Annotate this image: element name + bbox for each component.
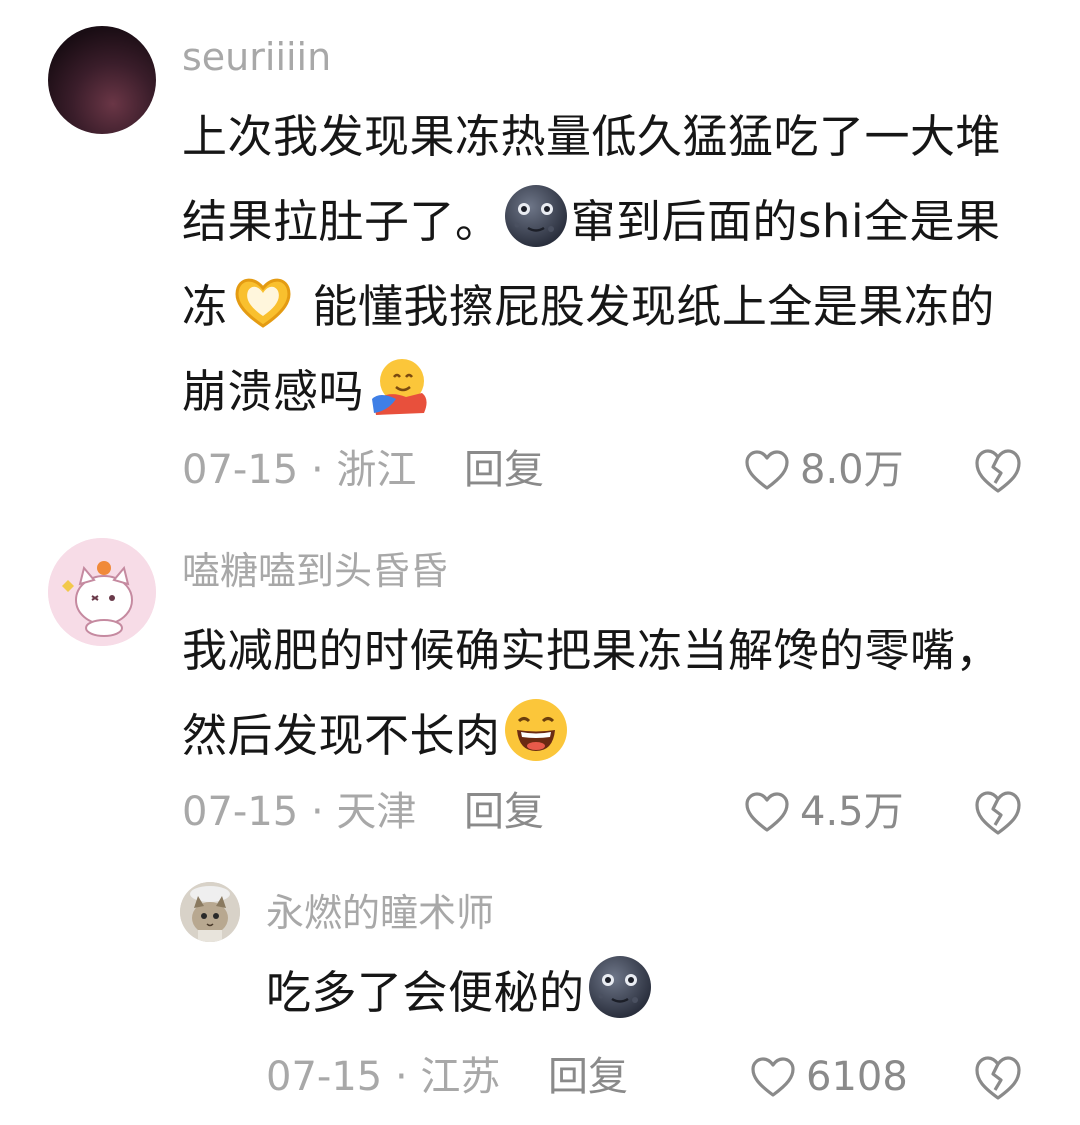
date-location: 07-15 · 浙江 (182, 447, 417, 493)
comment-item: 嗑糖嗑到头昏昏 我减肥的时候确实把果冻当解馋的零嘴，然后发现不长肉 07-15 … (0, 520, 1080, 860)
heart-icon (745, 450, 789, 490)
hugging-face-icon (372, 359, 427, 415)
comment-text-part: 吃多了会便秘的 (266, 966, 585, 1019)
reply-item: 永燃的瞳术师 吃多了会便秘的 07-15 · 江苏 回复 6108 (0, 860, 1080, 1125)
broken-heart-icon[interactable] (974, 790, 1022, 836)
comment-text-part: 我减肥的时候确实把果冻当解馋的零嘴，然后发现不长肉 (182, 624, 1002, 762)
comment-meta: 07-15 · 天津 回复 4.5万 (182, 782, 1042, 842)
avatar[interactable] (48, 26, 156, 134)
grinning-face-icon (504, 699, 567, 761)
reply-button[interactable]: 回复 (464, 440, 544, 500)
comment-meta: 07-15 · 江苏 回复 6108 (266, 1047, 1042, 1107)
heart-icon (751, 1057, 795, 1097)
heart-icon (745, 792, 789, 832)
like-count: 4.5万 (800, 789, 904, 835)
reply-button[interactable]: 回复 (548, 1047, 628, 1107)
comment-item: seuriiiin 上次我发现果冻热量低久猛猛吃了一大堆 结果拉肚子了。 窜到后… (0, 0, 1080, 520)
avatar-cat-photo (180, 882, 240, 942)
username[interactable]: 嗑糖嗑到头昏昏 (182, 548, 448, 594)
avatar[interactable] (180, 882, 240, 942)
date-location: 07-15 · 天津 (182, 789, 417, 835)
username[interactable]: 永燃的瞳术师 (266, 890, 494, 936)
date-location: 07-15 · 江苏 (266, 1054, 501, 1100)
heart-hands-icon (235, 278, 290, 328)
like-count: 8.0万 (800, 447, 904, 493)
comment-text: 我减肥的时候确实把果冻当解馋的零嘴，然后发现不长肉 (182, 608, 1022, 778)
reply-button[interactable]: 回复 (464, 782, 544, 842)
like-count: 6108 (806, 1054, 908, 1100)
avatar-cat-illustration (48, 538, 156, 646)
broken-heart-icon[interactable] (974, 1055, 1022, 1101)
comment-text: 吃多了会便秘的 (266, 950, 1026, 1035)
broken-heart-icon[interactable] (974, 448, 1022, 494)
username[interactable]: seuriiiin (182, 34, 331, 80)
comment-text: 上次我发现果冻热量低久猛猛吃了一大堆 结果拉肚子了。 窜到后面的shi全是果冻 … (182, 94, 1022, 434)
avatar[interactable] (48, 538, 156, 646)
comment-meta: 07-15 · 浙江 回复 8.0万 (182, 440, 1042, 500)
comment-text-part: 能懂我擦屁股发现纸上全是果冻的崩溃感吗 (182, 280, 995, 418)
moon-face-icon (588, 956, 651, 1018)
moon-face-icon (504, 185, 567, 247)
